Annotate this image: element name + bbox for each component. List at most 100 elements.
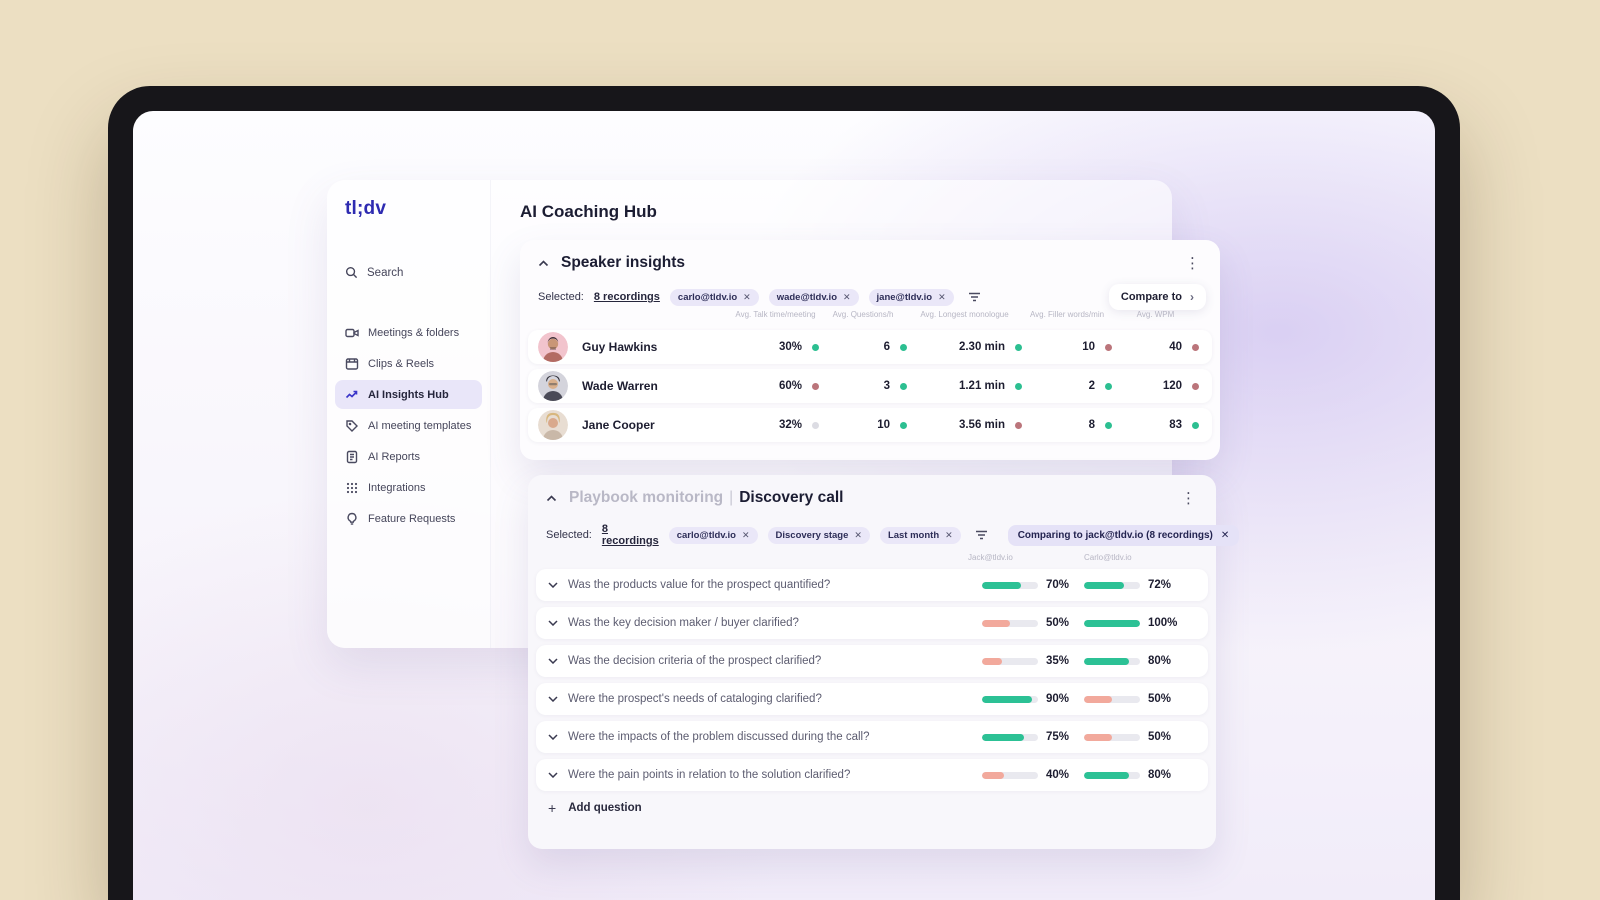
status-dot	[1015, 343, 1022, 351]
filter-chip-label: wade@tldv.io	[776, 291, 837, 303]
selected-count-link[interactable]: 8 recordings	[594, 291, 660, 303]
selected-count-link[interactable]: 8 recordings	[602, 523, 659, 547]
chevron-right-icon: ›	[1190, 290, 1194, 304]
close-icon[interactable]: ✕	[945, 530, 953, 541]
question-row[interactable]: Were the impacts of the problem discusse…	[536, 721, 1208, 753]
progress-bar	[1084, 657, 1140, 665]
filter-icon[interactable]	[968, 292, 981, 302]
collapse-chevron-up-icon[interactable]	[538, 259, 549, 267]
comparing-chip-label: Comparing to jack@tldv.io (8 recordings)	[1017, 529, 1213, 541]
metric-value: 3.56 min	[958, 419, 1005, 431]
video-camera-icon	[345, 326, 359, 340]
progress-fill	[982, 695, 1033, 703]
metric-value: 30%	[778, 341, 802, 353]
filter-chip[interactable]: wade@tldv.io ✕	[768, 288, 859, 306]
percent-label: 90%	[1046, 693, 1070, 705]
kebab-menu-icon[interactable]: ⋮	[1179, 252, 1206, 275]
compare-to-button[interactable]: Compare to ›	[1108, 284, 1206, 310]
chevron-down-icon[interactable]	[548, 734, 558, 740]
sidebar-item-label: Integrations	[368, 481, 426, 494]
progress-fill	[982, 733, 1024, 741]
metric-value: 3	[883, 380, 890, 392]
metric-value: 40	[1169, 341, 1182, 353]
chevron-down-icon[interactable]	[548, 582, 558, 588]
filter-chip[interactable]: Discovery stage ✕	[767, 526, 870, 544]
progress-fill	[982, 619, 1010, 627]
add-question-button[interactable]: + Add question	[548, 800, 642, 816]
status-dot	[900, 421, 907, 429]
speaker-name: Wade Warren	[582, 379, 658, 393]
close-icon[interactable]: ✕	[854, 530, 862, 541]
question-row[interactable]: Were the prospect's needs of cataloging …	[536, 683, 1208, 715]
status-dot	[1015, 382, 1022, 390]
compare-to-label: Compare to	[1120, 291, 1182, 303]
metric-value: 120	[1162, 380, 1182, 392]
filter-icon[interactable]	[975, 530, 988, 540]
close-icon[interactable]: ✕	[938, 292, 946, 303]
filter-chip[interactable]: carlo@tldv.io ✕	[668, 526, 758, 544]
question-text: Were the pain points in relation to the …	[568, 769, 851, 781]
avatar	[538, 410, 568, 440]
sidebar-item-clips-reels[interactable]: Clips & Reels	[335, 349, 482, 378]
progress-fill	[982, 657, 1002, 665]
comparing-chip[interactable]: Comparing to jack@tldv.io (8 recordings)…	[1007, 524, 1240, 546]
comparison-column-headers: Jack@tldv.io Carlo@tldv.io	[954, 553, 1186, 562]
question-row[interactable]: Was the decision criteria of the prospec…	[536, 645, 1208, 677]
chevron-down-icon[interactable]	[548, 658, 558, 664]
table-row[interactable]: Jane Cooper 32% 10 3.56 min 8 83	[528, 408, 1212, 442]
chevron-down-icon[interactable]	[548, 772, 558, 778]
close-icon[interactable]: ✕	[742, 530, 750, 541]
avatar	[538, 332, 568, 362]
chevron-down-icon[interactable]	[548, 620, 558, 626]
progress-bar	[1084, 581, 1140, 589]
status-dot	[812, 343, 819, 351]
chevron-down-icon[interactable]	[548, 696, 558, 702]
progress-fill	[1084, 657, 1129, 665]
filter-chip-label: carlo@tldv.io	[676, 529, 736, 541]
search-button[interactable]: Search	[345, 266, 403, 279]
panel-title-muted: Playbook monitoring	[569, 489, 724, 506]
speaker-insights-panel: Speaker insights ⋮ Selected: 8 recording…	[520, 240, 1220, 460]
status-dot	[900, 382, 907, 390]
percent-label: 70%	[1046, 579, 1070, 591]
close-icon[interactable]: ✕	[743, 292, 751, 303]
sidebar-item-ai-reports[interactable]: AI Reports	[335, 442, 482, 471]
question-row[interactable]: Were the pain points in relation to the …	[536, 759, 1208, 791]
table-row[interactable]: Guy Hawkins 30% 6 2.30 min 10 40	[528, 330, 1212, 364]
status-dot	[1105, 382, 1112, 390]
status-dot	[1015, 421, 1022, 429]
progress-fill	[1084, 619, 1140, 627]
search-label: Search	[367, 266, 404, 279]
filter-chip[interactable]: jane@tldv.io ✕	[868, 288, 954, 306]
sidebar-item-label: Clips & Reels	[368, 357, 435, 370]
sidebar-item-feature-requests[interactable]: Feature Requests	[335, 504, 482, 533]
collapse-chevron-up-icon[interactable]	[546, 494, 557, 502]
question-row[interactable]: Was the key decision maker / buyer clari…	[536, 607, 1208, 639]
sidebar-item-integrations[interactable]: Integrations	[335, 473, 482, 502]
desk-background: tl;dv Search Meetings & folders Clips & …	[0, 0, 1600, 900]
sidebar-item-ai-meeting-templates[interactable]: AI meeting templates	[335, 411, 482, 440]
progress-fill	[1084, 771, 1129, 779]
speaker-table-header: Avg. Talk time/meeting Avg. Questions/h …	[538, 310, 1206, 319]
filter-chip[interactable]: carlo@tldv.io ✕	[669, 288, 759, 306]
sidebar-item-ai-insights-hub[interactable]: AI Insights Hub	[335, 380, 482, 409]
playbook-monitoring-panel: Playbook monitoring | Discovery call ⋮ Sel…	[528, 475, 1240, 849]
kebab-menu-icon[interactable]: ⋮	[1175, 487, 1202, 510]
metric-value: 32%	[778, 419, 802, 431]
question-row[interactable]: Was the products value for the prospect …	[536, 569, 1208, 601]
filter-chip[interactable]: Last month ✕	[879, 526, 961, 544]
grid-dots-icon	[345, 481, 359, 495]
sidebar-item-label: Meetings & folders	[368, 326, 460, 339]
progress-bar	[982, 657, 1038, 665]
percent-label: 40%	[1046, 769, 1070, 781]
close-icon[interactable]: ✕	[1221, 530, 1229, 541]
status-dot	[1105, 421, 1112, 429]
column-header: Avg. Longest monologue	[920, 310, 1009, 319]
status-dot	[812, 382, 819, 390]
lightbulb-icon	[345, 512, 359, 526]
close-icon[interactable]: ✕	[843, 292, 851, 303]
panel-title-main: Discovery call	[739, 489, 844, 506]
question-text: Was the decision criteria of the prospec…	[568, 655, 822, 667]
sidebar-item-meetings-folders[interactable]: Meetings & folders	[335, 318, 482, 347]
table-row[interactable]: Wade Warren 60% 3 1.21 min 2 120	[528, 369, 1212, 403]
